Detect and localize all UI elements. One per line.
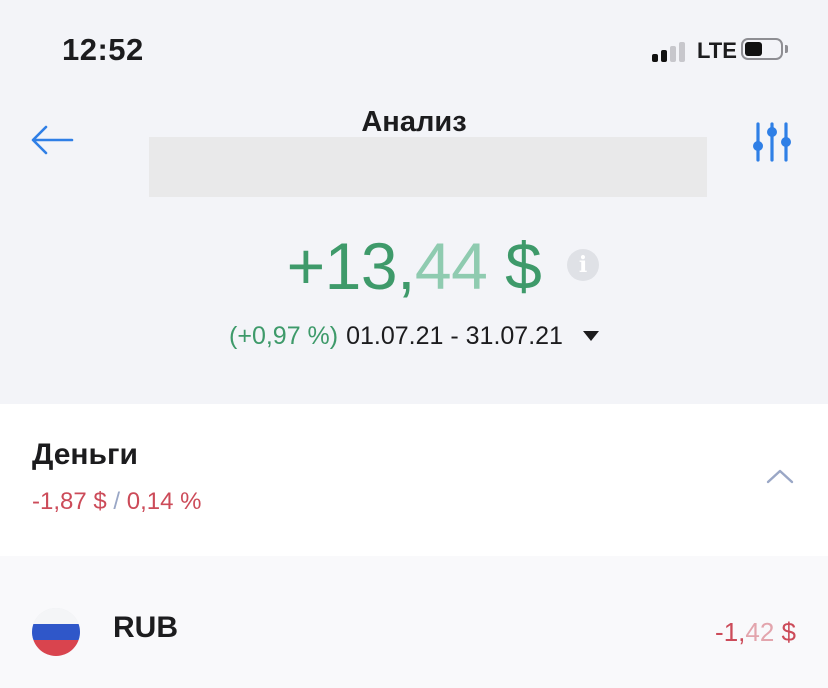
battery-icon <box>741 38 789 62</box>
money-section[interactable]: Деньги -1,87 $ / 0,14 % <box>0 404 828 556</box>
total-result-currency: $ <box>487 229 542 303</box>
separator: / <box>106 488 127 515</box>
status-time: 12:52 <box>62 32 144 67</box>
network-type: LTE <box>697 38 737 63</box>
section-title: Деньги <box>32 438 138 471</box>
period-percent: (+0,97 %) <box>229 322 339 350</box>
sliders-icon <box>753 122 791 162</box>
currency-value-main: -1, <box>715 617 746 647</box>
info-icon[interactable]: i <box>567 249 599 281</box>
period-range[interactable]: 01.07.21 - 31.07.21 <box>346 322 563 350</box>
nav-bar: Анализ <box>0 100 828 200</box>
total-result-main: +13, <box>286 229 416 303</box>
currency-value: -1,42 $ <box>715 617 796 648</box>
filter-button[interactable] <box>750 120 794 164</box>
currency-value-currency: $ <box>774 617 796 647</box>
currency-value-fraction: 42 <box>745 617 775 647</box>
currency-code: RUB <box>113 611 178 644</box>
russia-flag-icon <box>32 608 80 656</box>
cellular-signal-icon <box>652 40 692 62</box>
section-change-amount: -1,87 $ <box>32 488 107 515</box>
section-change: -1,87 $ / 0,14 % <box>32 488 201 516</box>
page-title: Анализ <box>361 106 467 138</box>
total-result: +13,44 $ <box>0 228 828 304</box>
status-bar: 12:52 LTE <box>0 0 828 100</box>
period-selector[interactable]: (+0,97 %) 01.07.21 - 31.07.21 <box>0 322 828 351</box>
chevron-up-icon[interactable] <box>764 466 796 486</box>
redacted-subtitle <box>149 137 707 197</box>
section-change-percent: 0,14 % <box>126 488 202 515</box>
list-item-rub[interactable]: RUB -1,42 $ <box>0 556 828 688</box>
total-result-fraction: 44 <box>414 229 488 303</box>
caret-down-icon[interactable] <box>582 331 599 341</box>
